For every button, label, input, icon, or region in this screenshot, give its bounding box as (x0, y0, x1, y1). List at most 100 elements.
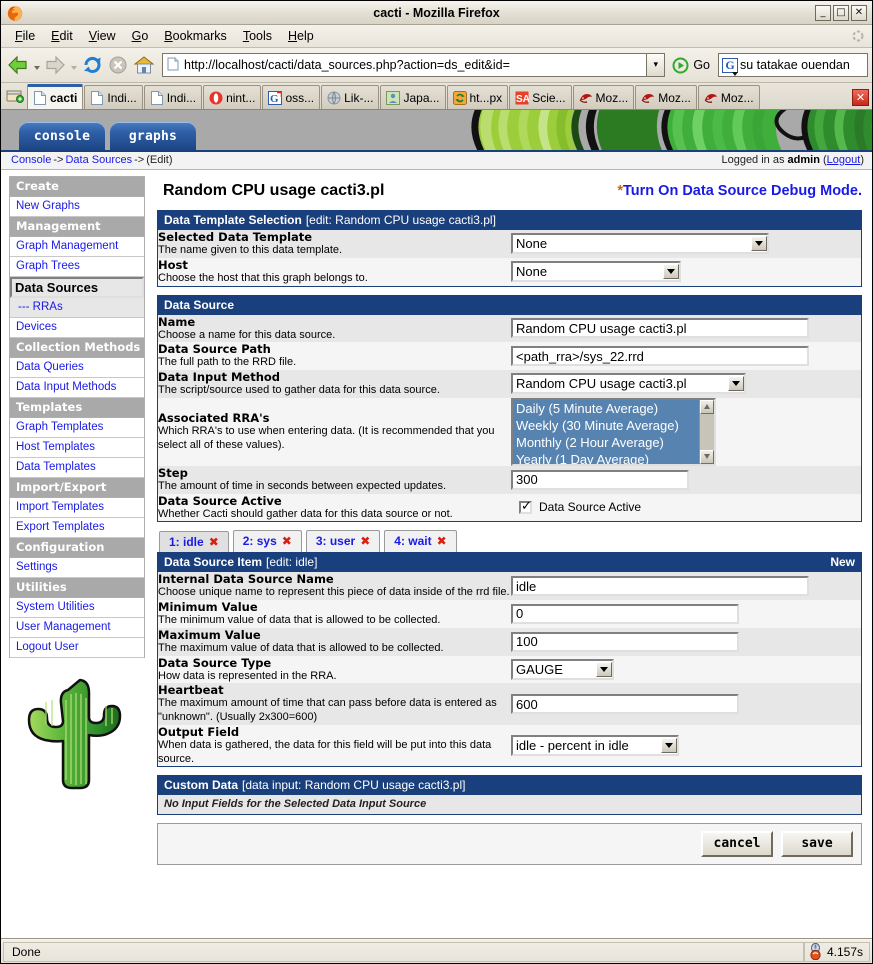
sidebar-item-data-input-methods[interactable]: Data Input Methods (10, 378, 144, 398)
search-input[interactable]: G su tatakae ouendan (718, 53, 868, 77)
text-input[interactable]: Random CPU usage cacti3.pl (511, 318, 809, 339)
sidebar-item-graph-management[interactable]: Graph Management (10, 237, 144, 257)
debug-mode-link[interactable]: *Turn On Data Source Debug Mode. (617, 183, 862, 199)
text-input[interactable]: 300 (511, 469, 689, 490)
dsi-tab-remove-icon[interactable]: ✖ (282, 534, 292, 548)
cacti-tab-graphs[interactable]: graphs (110, 122, 196, 150)
url-input[interactable]: http://localhost/cacti/data_sources.php?… (162, 53, 647, 77)
url-dropdown-button[interactable]: ▾ (646, 53, 666, 77)
menu-help[interactable]: Help (280, 27, 322, 45)
sidebar-item-data-templates[interactable]: Data Templates (10, 458, 144, 478)
scroll-up-icon[interactable] (700, 399, 714, 414)
listbox-option-selected[interactable]: Monthly (2 Hour Average) (513, 433, 699, 451)
chevron-down-icon[interactable] (751, 236, 767, 252)
data-source-active-checkbox[interactable] (519, 499, 532, 514)
sidebar-item-rras[interactable]: --- RRAs (10, 298, 144, 318)
go-icon (672, 57, 689, 73)
close-tab-button[interactable]: ✕ (852, 89, 869, 106)
new-tab-icon[interactable] (3, 84, 27, 108)
cacti-tab-console[interactable]: console (19, 122, 105, 150)
maximize-button[interactable]: □ (833, 4, 849, 21)
select-dropdown[interactable]: GAUGE (511, 658, 614, 680)
browser-tab[interactable]: Japa... (380, 85, 446, 109)
browser-tab[interactable]: Moz... (635, 85, 697, 109)
chevron-down-icon[interactable] (728, 376, 744, 392)
sidebar-item-export-templates[interactable]: Export Templates (10, 518, 144, 538)
dsi-tab[interactable]: 4: wait ✖ (384, 530, 457, 553)
form-row-label-cell: Output Field When data is gathered, the d… (158, 724, 511, 767)
google-search-engine-icon[interactable]: G (722, 57, 738, 76)
go-button[interactable]: Go (668, 57, 718, 74)
rra-listbox[interactable]: Daily (5 Minute Average) Weekly (30 Minut… (511, 397, 716, 466)
checkbox-row[interactable]: Data Source Active (511, 499, 861, 514)
dsi-tab[interactable]: 2: sys ✖ (232, 530, 302, 553)
sidebar-item-data-sources[interactable]: Data Sources (10, 277, 144, 298)
browser-tab[interactable]: Indi... (143, 85, 203, 109)
url-bar[interactable]: http://localhost/cacti/data_sources.php?… (162, 53, 666, 77)
select-dropdown[interactable]: None (511, 261, 681, 283)
browser-tab-active[interactable]: cacti (27, 84, 84, 109)
breadcrumb-console[interactable]: Console (11, 154, 51, 166)
browser-tab-label: oss... (285, 90, 315, 105)
browser-tab[interactable]: Moz... (572, 85, 635, 109)
sidebar-item-graph-trees[interactable]: Graph Trees (10, 257, 144, 277)
browser-tab[interactable]: Indi... (84, 85, 143, 109)
text-input[interactable]: 100 (511, 631, 739, 652)
select-dropdown[interactable]: Random CPU usage cacti3.pl (511, 373, 746, 395)
sidebar-item-data-queries[interactable]: Data Queries (10, 358, 144, 378)
listbox-option-selected[interactable]: Weekly (30 Minute Average) (513, 416, 699, 434)
menu-edit[interactable]: Edit (43, 27, 81, 45)
logout-link[interactable]: Logout (827, 154, 861, 166)
menu-bookmarks[interactable]: Bookmarks (156, 27, 235, 45)
browser-tab[interactable]: Goss... (262, 85, 321, 109)
dsi-tab-remove-icon[interactable]: ✖ (437, 534, 447, 548)
select-dropdown[interactable]: idle - percent in idle (511, 735, 679, 756)
select-dropdown[interactable]: None (511, 233, 769, 255)
sidebar-item-system-utilities[interactable]: System Utilities (10, 598, 144, 618)
cancel-button[interactable]: cancel (701, 831, 773, 858)
close-window-button[interactable]: ✕ (851, 4, 867, 21)
dsi-tab-remove-icon[interactable]: ✖ (209, 535, 219, 549)
menu-go[interactable]: Go (124, 27, 157, 45)
chevron-down-icon[interactable] (663, 264, 679, 280)
sidebar-item-import-templates[interactable]: Import Templates (10, 498, 144, 518)
minimize-button[interactable]: _ (815, 4, 831, 21)
dsi-tab-selected[interactable]: 1: idle ✖ (159, 531, 229, 553)
dsi-tab[interactable]: 3: user ✖ (305, 530, 381, 553)
listbox-option-selected[interactable]: Daily (5 Minute Average) (513, 399, 699, 417)
reload-icon[interactable] (79, 51, 105, 79)
browser-tab[interactable]: Lik-... (321, 85, 380, 109)
text-input[interactable]: 0 (511, 603, 739, 624)
browser-tab[interactable]: ht...px (446, 85, 509, 109)
listbox-option-selected[interactable]: Yearly (1 Day Average) (513, 450, 699, 464)
sidebar-item-graph-templates[interactable]: Graph Templates (10, 418, 144, 438)
new-item-link[interactable]: New (830, 555, 855, 569)
sidebar-group-header: Templates (10, 398, 144, 418)
scroll-down-icon[interactable] (700, 449, 714, 464)
text-input[interactable]: idle (511, 576, 809, 597)
home-icon[interactable] (131, 51, 157, 79)
text-input[interactable]: <path_rra>/sys_22.rrd (511, 346, 809, 367)
browser-tab[interactable]: nint... (203, 85, 262, 109)
chevron-down-icon[interactable] (596, 661, 612, 677)
menu-tools[interactable]: Tools (235, 27, 280, 45)
sidebar-item-user-management[interactable]: User Management (10, 618, 144, 638)
back-arrow-icon[interactable] (5, 51, 31, 79)
listbox-scrollbar[interactable] (699, 399, 714, 464)
sidebar-item-new-graphs[interactable]: New Graphs (10, 197, 144, 217)
breadcrumb-data-sources[interactable]: Data Sources (65, 154, 132, 166)
page-favicon-icon (34, 91, 46, 105)
save-button[interactable]: save (781, 831, 853, 858)
dsi-tab-remove-icon[interactable]: ✖ (360, 534, 370, 548)
sidebar-item-devices[interactable]: Devices (10, 318, 144, 338)
back-history-dropdown[interactable] (31, 51, 42, 79)
chevron-down-icon[interactable] (661, 738, 677, 753)
sidebar-item-logout-user[interactable]: Logout User (10, 638, 144, 658)
browser-tab[interactable]: SA Scie... (509, 85, 572, 109)
sidebar-item-settings[interactable]: Settings (10, 558, 144, 578)
browser-tab[interactable]: Moz... (697, 85, 760, 109)
menu-view[interactable]: View (81, 27, 124, 45)
menu-file[interactable]: FFileile (7, 27, 43, 45)
sidebar-item-host-templates[interactable]: Host Templates (10, 438, 144, 458)
text-input[interactable]: 600 (511, 694, 739, 714)
